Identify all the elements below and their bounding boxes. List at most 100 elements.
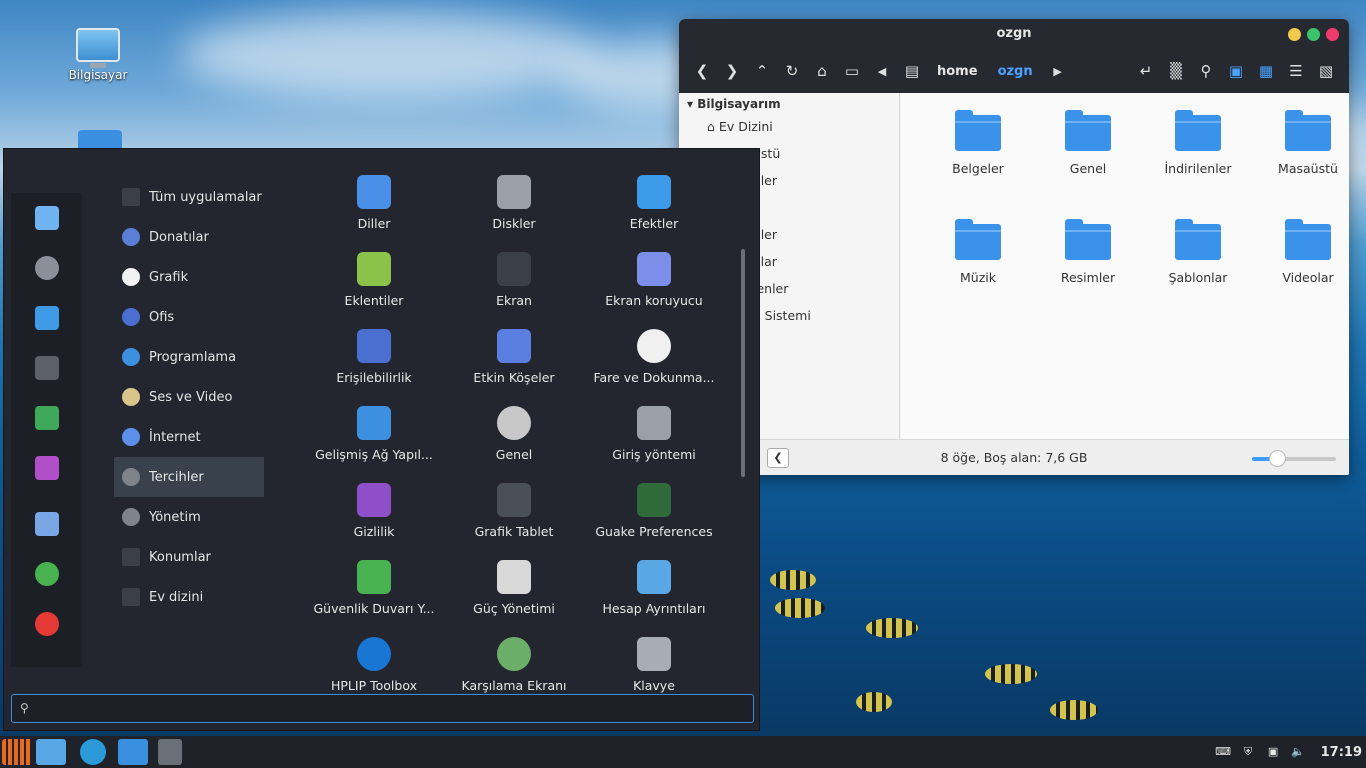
web-browser-icon[interactable] xyxy=(80,739,106,765)
network-icon[interactable]: ▣ xyxy=(1265,745,1282,759)
refresh-icon[interactable]: ↻ xyxy=(777,62,807,80)
folder-item[interactable]: Belgeler xyxy=(923,110,1033,220)
category-label: Konumlar xyxy=(149,549,211,565)
breadcrumb-ozgn[interactable]: ozgn xyxy=(988,64,1043,79)
keyboard-layout-icon[interactable]: ⌨ xyxy=(1215,745,1232,759)
desktop-show-icon[interactable] xyxy=(36,739,66,765)
app-icon xyxy=(497,329,531,363)
image-view-icon[interactable]: ▣ xyxy=(1221,62,1251,80)
app-item[interactable]: Guake Preferences xyxy=(584,479,724,556)
clock[interactable]: 17:19 xyxy=(1315,745,1362,760)
app-label: Güvenlik Duvarı Y... xyxy=(313,601,435,616)
search-icon[interactable]: ⚲ xyxy=(1191,62,1221,80)
shield-icon[interactable]: ⛨ xyxy=(1240,745,1257,759)
minimize-button[interactable] xyxy=(1288,28,1301,41)
app-item[interactable]: Gelişmiş Ağ Yapıl... xyxy=(304,402,444,479)
folder-item[interactable]: Masaüstü xyxy=(1253,110,1349,220)
app-icon xyxy=(497,637,531,671)
category-item[interactable]: Programlama xyxy=(114,337,264,377)
settings-icon[interactable] xyxy=(11,243,82,293)
list-view-icon[interactable]: ☰ xyxy=(1281,62,1311,80)
folder-item[interactable]: Resimler xyxy=(1033,219,1143,329)
app-item[interactable]: Eklentiler xyxy=(304,248,444,325)
app-item[interactable]: Ekran koruyucu xyxy=(584,248,724,325)
folder-item[interactable]: Genel xyxy=(1033,110,1143,220)
app-grid-scrollbar[interactable] xyxy=(741,249,745,477)
drive-icon[interactable]: ▤ xyxy=(897,62,927,80)
category-item[interactable]: Yönetim xyxy=(114,497,264,537)
folder-icon xyxy=(1175,110,1221,151)
menu-search-box[interactable]: ⚲ xyxy=(11,694,754,723)
taskbar: ⌨ ⛨ ▣ 🔈 17:19 xyxy=(0,736,1366,768)
text-editor-icon[interactable] xyxy=(11,293,82,343)
software-store-icon[interactable] xyxy=(11,193,82,243)
category-item[interactable]: Konumlar xyxy=(114,537,264,577)
volume-icon[interactable]: 🔈 xyxy=(1290,745,1307,759)
menu-search-input[interactable] xyxy=(38,698,738,720)
app-item[interactable]: Giriş yöntemi xyxy=(584,402,724,479)
category-item[interactable]: Ofis xyxy=(114,297,264,337)
desktop-computer-icon[interactable]: Bilgisayar xyxy=(62,28,134,82)
terminal-app-icon[interactable] xyxy=(11,343,82,393)
folder-item[interactable]: Şablonlar xyxy=(1143,219,1253,329)
power-icon[interactable] xyxy=(11,599,82,649)
app-item[interactable]: Fare ve Dokunma... xyxy=(584,325,724,402)
category-item[interactable]: İnternet xyxy=(114,417,264,457)
terminal-icon[interactable]: ▒ xyxy=(1161,62,1191,80)
back-icon[interactable]: ❮ xyxy=(687,62,717,80)
app-item[interactable]: Efektler xyxy=(584,171,724,248)
lock-screen-icon[interactable] xyxy=(11,499,82,549)
category-label: İnternet xyxy=(149,429,201,445)
folder-label: Şablonlar xyxy=(1168,270,1228,285)
forward-icon[interactable]: ❯ xyxy=(717,62,747,80)
category-item[interactable]: Donatılar xyxy=(114,217,264,257)
folder-item[interactable]: Müzik xyxy=(923,219,1033,329)
category-item[interactable]: Ev dizini xyxy=(114,577,264,617)
up-icon[interactable]: ⌃ xyxy=(747,62,777,80)
computer-icon[interactable]: ▭ xyxy=(837,62,867,80)
compact-view-icon[interactable]: ▧ xyxy=(1311,62,1341,80)
app-item[interactable]: Güç Yönetimi xyxy=(444,556,584,633)
app-icon xyxy=(637,175,671,209)
home-icon[interactable]: ⌂ xyxy=(807,62,837,80)
breadcrumb-home[interactable]: home xyxy=(927,64,988,79)
app-item[interactable]: Ekran xyxy=(444,248,584,325)
sidebar-header[interactable]: ▾ Bilgisayarım xyxy=(679,93,899,115)
folder-item[interactable]: İndirilenler xyxy=(1143,110,1253,220)
icon-view-icon[interactable]: ▦ xyxy=(1251,62,1281,80)
app-item[interactable]: Grafik Tablet xyxy=(444,479,584,556)
folder-item[interactable]: Videolar xyxy=(1253,219,1349,329)
category-item[interactable]: Tüm uygulamalar xyxy=(114,177,264,217)
logout-icon[interactable] xyxy=(11,549,82,599)
screenshot-icon[interactable] xyxy=(11,443,82,493)
app-item[interactable]: Gizlilik xyxy=(304,479,444,556)
category-item[interactable]: Tercihler xyxy=(114,457,264,497)
app-item[interactable]: Güvenlik Duvarı Y... xyxy=(304,556,444,633)
category-icon xyxy=(122,388,140,406)
app-label: Guake Preferences xyxy=(595,524,713,539)
app-item[interactable]: Diskler xyxy=(444,171,584,248)
app-icon xyxy=(637,560,671,594)
app-label: Ekran koruyucu xyxy=(605,293,703,308)
favorites-bar xyxy=(11,193,82,667)
menu-launcher-icon[interactable] xyxy=(2,739,32,765)
zoom-slider[interactable] xyxy=(1252,450,1336,467)
category-item[interactable]: Grafik xyxy=(114,257,264,297)
maximize-button[interactable] xyxy=(1307,28,1320,41)
close-button[interactable] xyxy=(1326,28,1339,41)
breadcrumb-left-icon[interactable]: ◀ xyxy=(867,65,897,78)
open-in-icon[interactable]: ↵ xyxy=(1131,62,1161,80)
sidebar-item-home[interactable]: ⌂ Ev Dizini xyxy=(679,115,899,142)
app-item[interactable]: Genel xyxy=(444,402,584,479)
app-item[interactable]: Erişilebilirlik xyxy=(304,325,444,402)
desktop-computer-label: Bilgisayar xyxy=(68,68,128,82)
app-item[interactable]: Hesap Ayrıntıları xyxy=(584,556,724,633)
category-item[interactable]: Ses ve Video xyxy=(114,377,264,417)
breadcrumb-right-icon[interactable]: ▶ xyxy=(1043,65,1073,78)
app-item[interactable]: Diller xyxy=(304,171,444,248)
app-icon xyxy=(357,637,391,671)
system-monitor-icon[interactable] xyxy=(11,393,82,443)
file-manager-task-icon[interactable] xyxy=(118,739,148,765)
app-item[interactable]: Etkin Köşeler xyxy=(444,325,584,402)
terminal-task-icon[interactable] xyxy=(158,739,182,765)
